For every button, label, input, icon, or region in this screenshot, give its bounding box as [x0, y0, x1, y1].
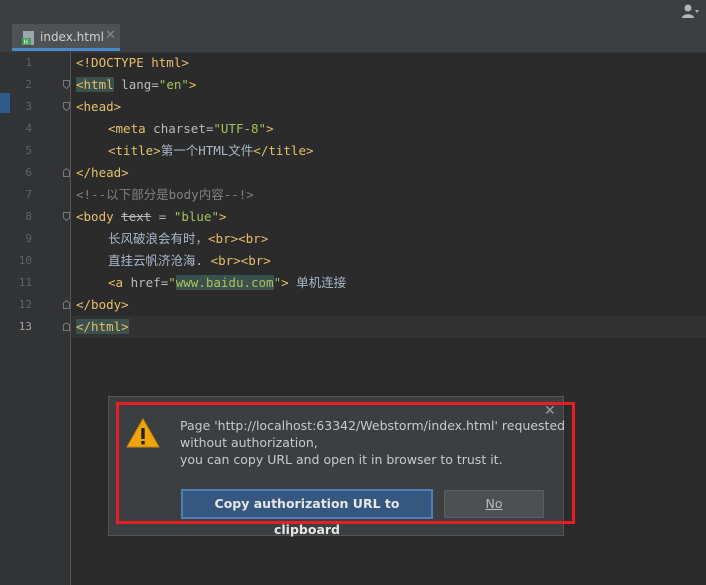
code-token: </html> [76, 319, 129, 334]
code-url[interactable]: www.baidu.com [175, 275, 274, 290]
line-number: 1 [25, 56, 32, 69]
code-token: </title> [253, 143, 314, 158]
code-line-3: <head> [76, 96, 121, 118]
code-token: <html [76, 77, 114, 92]
dialog-message-line-1: Page 'http://localhost:63342/Webstorm/in… [180, 418, 566, 433]
code-token: <title> [108, 143, 161, 158]
line-number: 9 [25, 232, 32, 245]
code-token: </head> [76, 165, 129, 180]
html-file-icon: H [22, 30, 36, 46]
code-line-5: <title>第一个HTML文件</title> [108, 140, 314, 162]
line-number: 6 [25, 166, 32, 179]
code-line-9: 长风破浪会有时，<br><br> [108, 228, 268, 250]
fold-icon[interactable] [63, 212, 70, 221]
line-number: 5 [25, 144, 32, 157]
close-icon[interactable]: ✕ [544, 403, 556, 419]
code-token: <head> [76, 99, 122, 114]
code-token: "UTF-8" [213, 121, 267, 136]
project-tool-marker[interactable] [0, 93, 10, 113]
fold-icon[interactable] [63, 80, 70, 89]
code-token: <meta [108, 121, 146, 136]
code-token: > [281, 275, 289, 290]
tab-label: index.html [40, 30, 104, 44]
line-number: 4 [25, 122, 32, 135]
code-token: "blue" [173, 209, 220, 224]
code-token: </body> [76, 297, 129, 312]
fold-icon[interactable] [63, 102, 70, 111]
code-token: > [188, 77, 197, 92]
left-tool-strip [0, 52, 12, 585]
line-number: 7 [25, 188, 32, 201]
code-line-2: <html lang="en"> [76, 74, 196, 96]
code-token: " [273, 275, 282, 290]
code-line-12: </body> [76, 294, 129, 316]
line-number: 10 [18, 254, 32, 267]
copy-authorization-url-button[interactable]: Copy authorization URL to clipboard [181, 489, 433, 537]
code-token: > [219, 209, 227, 224]
code-line-4: <meta charset="UTF-8"> [108, 118, 274, 140]
code-token: = [151, 209, 174, 224]
line-number: 12 [18, 298, 32, 311]
code-line-8: <body text = "blue"> [76, 206, 227, 228]
line-number: 2 [25, 78, 32, 91]
dialog-message-line-3: you can copy URL and open it in browser … [180, 452, 503, 467]
line-number: 8 [25, 210, 32, 223]
code-token: 直挂云帆济沧海. [108, 253, 211, 268]
line-number: 3 [25, 100, 32, 113]
close-icon[interactable]: ✕ [105, 28, 116, 43]
code-token: charset= [145, 121, 214, 136]
code-token: " [168, 275, 176, 290]
code-token: <br><br> [208, 231, 269, 246]
no-button[interactable]: No [444, 490, 544, 518]
code-token: text [121, 209, 152, 224]
code-line-7: <!--以下部分是body内容--!> [76, 184, 254, 206]
code-line-6: </head> [76, 162, 129, 184]
window-top-bar [0, 0, 706, 24]
code-token: lang= [113, 77, 159, 92]
dialog-message-line-2: without authorization, [180, 435, 318, 450]
code-comment: <!--以下部分是body内容--!> [76, 187, 254, 202]
fold-icon[interactable] [63, 322, 70, 331]
code-line-1: <!DOCTYPE html> [76, 52, 189, 74]
fold-icon[interactable] [63, 168, 70, 177]
fold-icon[interactable] [63, 300, 70, 309]
code-line-11: <a href="www.baidu.com"> 单机连接 [108, 272, 346, 294]
code-token: 单机连接 [288, 275, 347, 290]
user-icon[interactable] [682, 3, 700, 21]
code-line-10: 直挂云帆济沧海. <br><br> [108, 250, 271, 272]
code-token: 第一个HTML文件 [160, 143, 254, 158]
line-number: 13 [18, 320, 32, 333]
code-token: <br><br> [210, 253, 271, 268]
code-token: 长风破浪会有时， [108, 231, 209, 246]
code-token: <!DOCTYPE html> [76, 55, 189, 70]
warning-icon [126, 418, 160, 448]
code-token: <a [108, 275, 124, 290]
line-number: 11 [18, 276, 32, 289]
code-token: > [266, 121, 274, 136]
code-token: <body [76, 209, 114, 224]
svg-text:H: H [24, 39, 29, 45]
code-token: "en" [158, 77, 189, 92]
current-line-highlight [71, 316, 706, 338]
code-line-13: </html> [76, 316, 129, 338]
code-token: href= [123, 275, 169, 290]
tab-index-html[interactable]: H index.html ✕ [12, 24, 120, 51]
